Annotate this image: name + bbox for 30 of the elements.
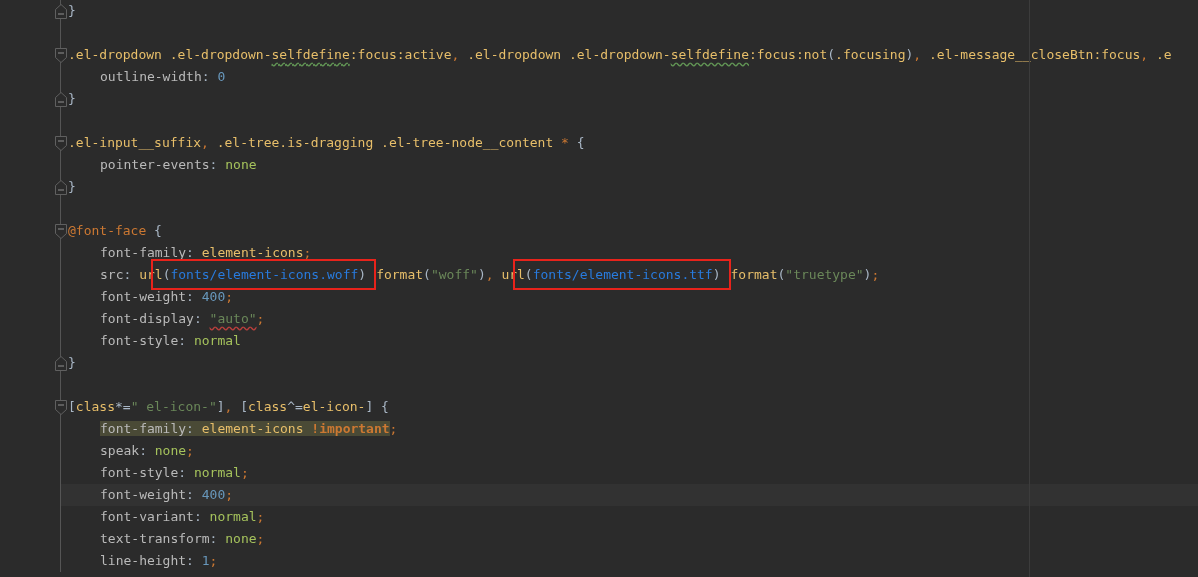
fold-icon[interactable]	[55, 91, 67, 107]
code-line: [class*=" el-icon-"], [class^=el-icon-] {	[67, 398, 389, 416]
fold-icon[interactable]	[55, 355, 67, 371]
code-line: line-height: 1;	[99, 552, 218, 570]
code-line: font-variant: normal;	[99, 508, 265, 526]
code-line: }	[67, 354, 76, 372]
fold-icon[interactable]	[55, 47, 67, 63]
code-line: speak: none;	[99, 442, 194, 460]
code-line: font-display: "auto";	[99, 310, 265, 328]
code-line: font-style: normal;	[99, 464, 249, 482]
fold-icon[interactable]	[55, 135, 67, 151]
text-highlight: font-family: element-icons !important	[100, 421, 390, 436]
code-line: pointer-events: none	[99, 156, 257, 174]
code-line: outline-width: 0	[99, 68, 226, 86]
code-line: font-style: normal	[99, 332, 241, 350]
fold-icon[interactable]	[55, 223, 67, 239]
code-line: text-transform: none;	[99, 530, 265, 548]
code-line: }	[67, 90, 76, 108]
fold-icon[interactable]	[55, 179, 67, 195]
code-line: font-weight: 400;	[99, 288, 234, 306]
code-line: .el-input__suffix, .el-tree.is-dragging .el-tree-node__content * {	[67, 134, 585, 152]
fold-icon[interactable]	[55, 3, 67, 19]
code-line: }	[67, 178, 76, 196]
code-line: .el-dropdown .el-dropdown-selfdefine:focus:active, .el-dropdown .el-dropdown-selfdefine:focus:not(.focusing), .el-message__closeBtn:focus, .e	[67, 46, 1172, 64]
code-line: font-weight: 400;	[99, 486, 234, 504]
code-line: }	[67, 2, 76, 20]
fold-icon[interactable]	[55, 399, 67, 415]
code-line: font-family: element-icons;	[99, 244, 312, 262]
code-line: @font-face {	[67, 222, 162, 240]
code-line: font-family: element-icons !important;	[99, 420, 398, 438]
